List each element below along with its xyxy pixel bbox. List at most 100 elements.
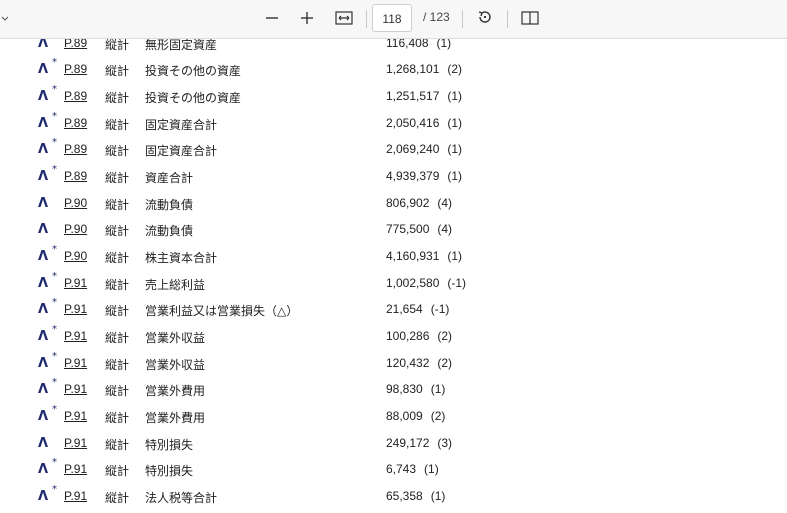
item-label: 営業外収益 (145, 358, 206, 372)
item-value: 249,172 (3) (386, 436, 452, 450)
table-row: Λ * P.89 縦計 投資その他の資産 1,268,101 (2) (0, 57, 787, 88)
check-kind: 縦計 (105, 384, 130, 398)
count: (1) (447, 142, 463, 156)
page-link[interactable]: P.91 (61, 329, 87, 343)
star-marker: * (52, 57, 57, 68)
item-value: 116,408 (1) (386, 39, 451, 50)
page-link[interactable]: P.89 (61, 39, 87, 50)
table-row: Λ * P.89 縦計 投資その他の資産 1,251,517 (1) (0, 84, 787, 115)
page-link[interactable]: P.89 (61, 62, 87, 76)
star-marker: * (52, 84, 57, 95)
page-link[interactable]: P.89 (61, 116, 87, 130)
count: (2) (437, 329, 453, 343)
star-marker: * (52, 137, 57, 148)
count: (4) (437, 196, 453, 210)
page-link[interactable]: P.91 (61, 462, 87, 476)
rotate-icon (477, 9, 493, 29)
item-label: 特別損失 (145, 464, 194, 478)
star-marker: * (52, 404, 57, 415)
item-label: 営業外費用 (145, 411, 206, 425)
star-marker: * (52, 457, 57, 468)
star-marker: * (52, 297, 57, 308)
zoom-in-icon (300, 10, 314, 29)
zoom-in-button[interactable] (293, 5, 321, 33)
item-label: 特別損失 (145, 438, 194, 452)
amount: 88,009 (386, 409, 423, 423)
item-value: 2,050,416 (1) (386, 116, 462, 130)
star-marker: * (52, 484, 57, 495)
table-row: Λ P.91 縦計 特別損失 249,172 (3) (0, 436, 787, 462)
amount: 4,939,379 (386, 169, 440, 183)
rotate-button[interactable] (471, 5, 499, 33)
chevron-down-icon[interactable] (0, 12, 10, 26)
item-value: 2,069,240 (1) (386, 142, 462, 156)
table-row: Λ * P.91 縦計 営業外収益 100,286 (2) (0, 324, 787, 355)
amount: 120,432 (386, 356, 430, 370)
page-link[interactable]: P.91 (61, 276, 87, 290)
table-row: Λ * P.89 縦計 固定資産合計 2,050,416 (1) (0, 111, 787, 142)
check-kind: 縦計 (105, 171, 130, 185)
fit-width-button[interactable] (330, 5, 358, 33)
caret-icon: Λ (38, 462, 49, 477)
page-link[interactable]: P.91 (61, 382, 87, 396)
star-marker: * (52, 377, 57, 388)
table-row: Λ * P.91 縦計 特別損失 6,743 (1) (0, 457, 787, 488)
check-kind: 縦計 (105, 331, 130, 345)
item-label: 営業外収益 (145, 331, 206, 345)
item-value: 806,902 (4) (386, 196, 452, 210)
page-link[interactable]: P.91 (61, 489, 87, 503)
check-kind: 縦計 (105, 278, 130, 292)
page-link[interactable]: P.90 (61, 222, 87, 236)
check-kind: 縦計 (105, 491, 130, 505)
count: (1) (447, 89, 463, 103)
check-kind: 縦計 (105, 251, 130, 265)
amount: 21,654 (386, 302, 423, 316)
zoom-out-button[interactable] (258, 5, 286, 33)
check-kind: 縦計 (105, 464, 130, 478)
toolbar-divider (462, 10, 463, 28)
check-kind: 縦計 (105, 64, 130, 78)
caret-icon: Λ (38, 142, 49, 157)
toolbar-divider (366, 10, 367, 28)
page-number-input[interactable]: 118 (372, 4, 412, 32)
caret-icon: Λ (38, 302, 49, 317)
table-row: Λ P.90 縦計 流動負債 775,500 (4) (0, 222, 787, 248)
count: (2) (437, 356, 453, 370)
page-link[interactable]: P.91 (61, 436, 87, 450)
item-label: 投資その他の資産 (145, 64, 242, 78)
page-link[interactable]: P.90 (61, 249, 87, 263)
check-kind: 縦計 (105, 438, 130, 452)
page-link[interactable]: P.89 (61, 89, 87, 103)
item-value: 6,743 (1) (386, 462, 439, 476)
page-link[interactable]: P.90 (61, 196, 87, 210)
caret-icon: Λ (38, 249, 49, 264)
check-kind: 縦計 (105, 224, 130, 238)
table-row: Λ * P.89 縦計 固定資産合計 2,069,240 (1) (0, 137, 787, 168)
caret-icon: Λ (38, 116, 49, 131)
table-row: Λ * P.91 縦計 営業外費用 98,830 (1) (0, 377, 787, 408)
amount: 806,902 (386, 196, 430, 210)
amount: 65,358 (386, 489, 423, 503)
amount: 100,286 (386, 329, 430, 343)
check-kind: 縦計 (105, 118, 130, 132)
item-value: 88,009 (2) (386, 409, 445, 423)
fit-width-icon (335, 10, 353, 29)
amount: 1,268,101 (386, 62, 440, 76)
page-link[interactable]: P.89 (61, 169, 87, 183)
table-row: Λ P.89 縦計 無形固定資産 116,408 (1) (0, 39, 787, 62)
item-label: 無形固定資産 (145, 39, 218, 52)
page-link[interactable]: P.89 (61, 142, 87, 156)
caret-icon: Λ (38, 89, 49, 104)
count: (4) (437, 222, 453, 236)
toolbar-divider (507, 10, 508, 28)
item-label: 営業外費用 (145, 384, 206, 398)
page-link[interactable]: P.91 (61, 356, 87, 370)
item-value: 65,358 (1) (386, 489, 445, 503)
page-view-button[interactable] (516, 5, 544, 33)
count: (2) (430, 409, 446, 423)
item-value: 4,160,931 (1) (386, 249, 462, 263)
count: (1) (424, 462, 439, 476)
item-value: 775,500 (4) (386, 222, 452, 236)
page-link[interactable]: P.91 (61, 302, 87, 316)
page-link[interactable]: P.91 (61, 409, 87, 423)
